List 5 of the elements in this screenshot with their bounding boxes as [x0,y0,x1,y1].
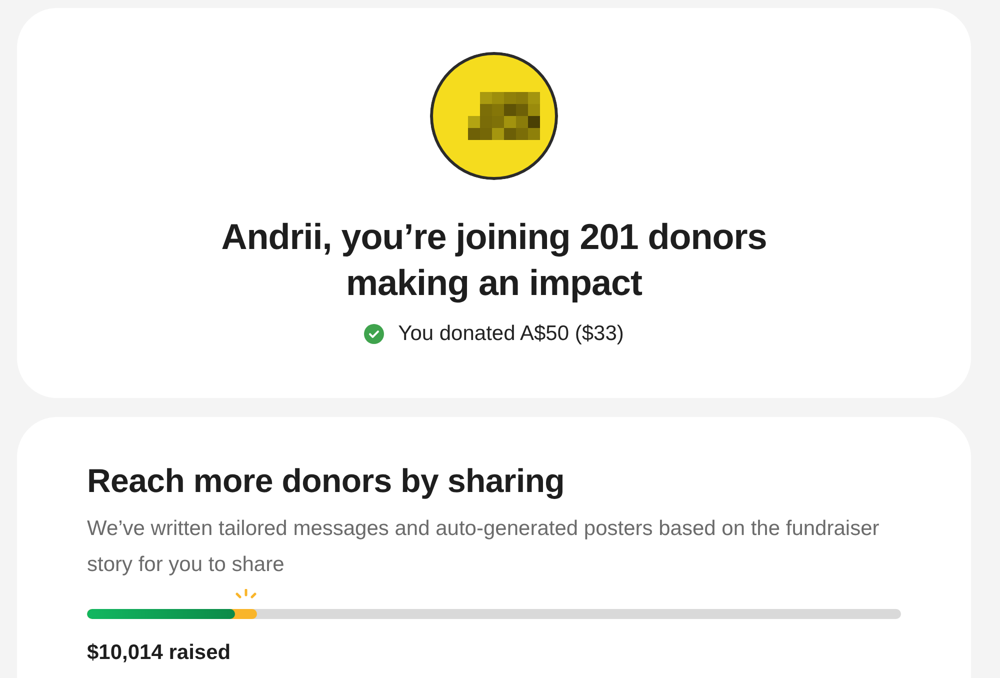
share-description: We’ve written tailored messages and auto-generated posters based on the fundraiser story for you to share [87,516,880,578]
donation-status: You donated A$50 ($33) [398,321,624,347]
amount-raised: $10,014 raised [87,640,232,666]
share-heading: Reach more donors by sharing [87,461,566,501]
confirmation-title: Andrii, you’re joining 201 donors making an impact [220,215,768,305]
